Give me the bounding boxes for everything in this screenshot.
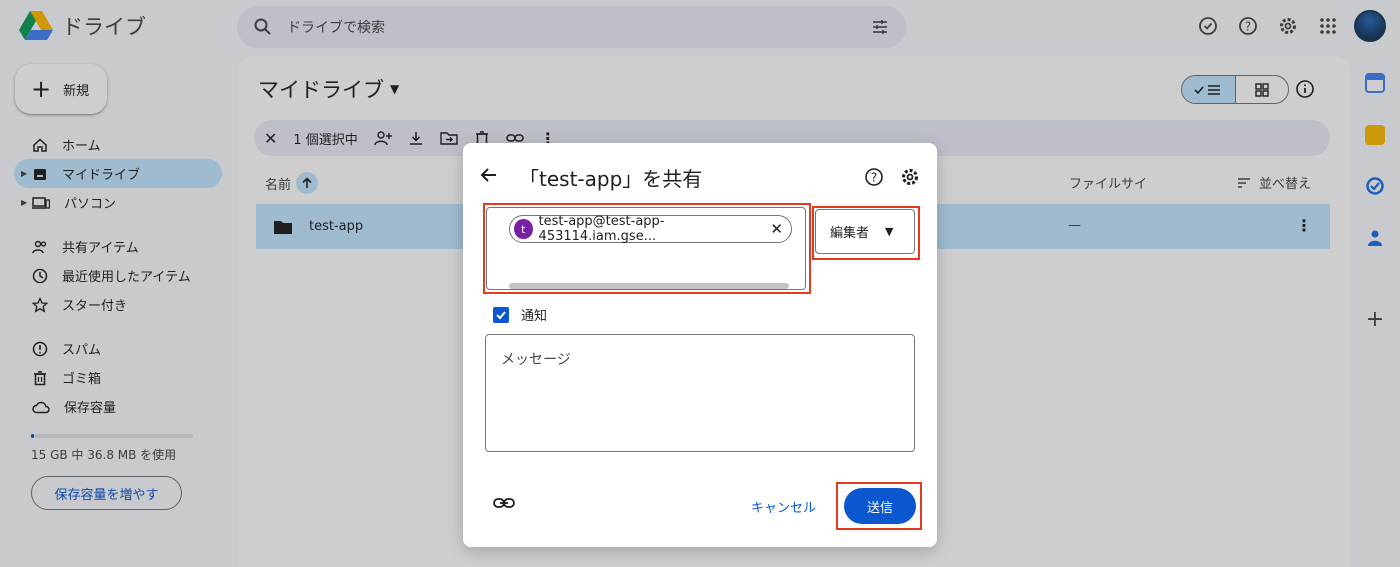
message-textarea[interactable]: メッセージ [485,334,915,452]
back-arrow-icon[interactable] [479,165,499,189]
highlight-role [812,206,920,260]
settings-gear-icon[interactable] [900,167,920,191]
highlight-recipients [483,203,811,294]
notify-option[interactable]: 通知 [493,305,547,324]
dialog-title: 「test-app」を共有 [519,167,703,191]
notify-checkbox[interactable] [493,306,509,323]
help-icon[interactable]: ? [864,167,884,191]
share-dialog: 「test-app」を共有 ? t test-app@test-app-4531… [463,143,937,547]
cancel-button[interactable]: キャンセル [751,497,816,516]
notify-label: 通知 [521,309,548,324]
svg-text:?: ? [871,171,877,185]
message-placeholder: メッセージ [501,352,571,368]
copy-link-icon[interactable] [493,496,515,514]
highlight-send [836,482,922,530]
